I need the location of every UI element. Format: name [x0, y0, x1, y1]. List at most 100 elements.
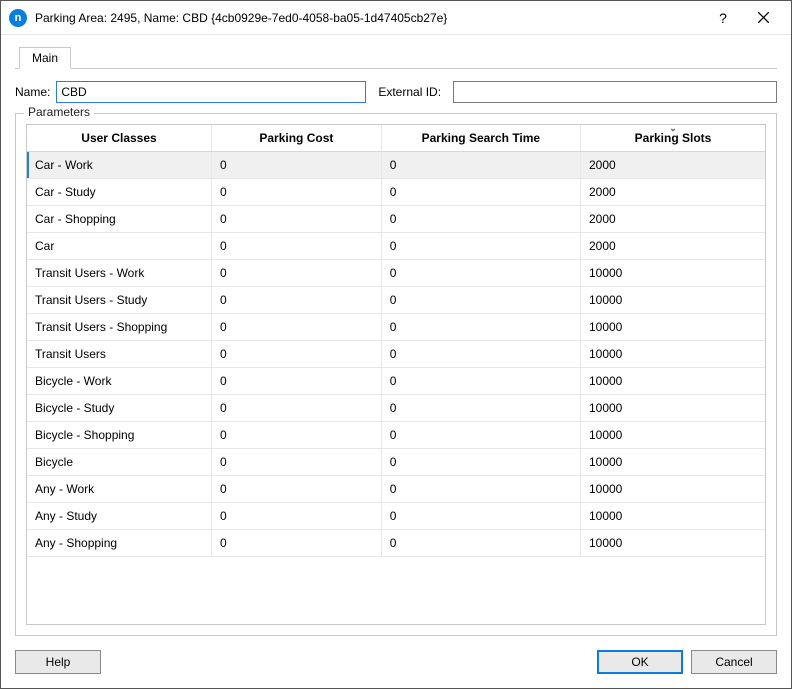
- cell-slots[interactable]: 2000: [580, 179, 765, 206]
- cell-search-time[interactable]: 0: [381, 395, 580, 422]
- cell-search-time[interactable]: 0: [381, 179, 580, 206]
- cell-user-class[interactable]: Transit Users - Work: [27, 260, 212, 287]
- cell-cost[interactable]: 0: [212, 341, 382, 368]
- cell-search-time[interactable]: 0: [381, 449, 580, 476]
- cell-cost[interactable]: 0: [212, 314, 382, 341]
- table-row[interactable]: Car002000: [27, 233, 765, 260]
- name-label: Name:: [15, 85, 50, 99]
- titlebar-close-button[interactable]: [743, 2, 783, 34]
- table-row[interactable]: Transit Users - Shopping0010000: [27, 314, 765, 341]
- cell-search-time[interactable]: 0: [381, 476, 580, 503]
- parameters-legend: Parameters: [24, 105, 94, 119]
- cell-cost[interactable]: 0: [212, 206, 382, 233]
- dialog-footer: Help OK Cancel: [1, 636, 791, 688]
- table-row[interactable]: Any - Work0010000: [27, 476, 765, 503]
- table-row[interactable]: Car - Work002000: [27, 152, 765, 179]
- cell-slots[interactable]: 2000: [580, 206, 765, 233]
- cell-slots[interactable]: 10000: [580, 422, 765, 449]
- help-button[interactable]: Help: [15, 650, 101, 674]
- cell-cost[interactable]: 0: [212, 449, 382, 476]
- cell-search-time[interactable]: 0: [381, 287, 580, 314]
- cell-user-class[interactable]: Car - Study: [27, 179, 212, 206]
- cell-search-time[interactable]: 0: [381, 341, 580, 368]
- cell-search-time[interactable]: 0: [381, 530, 580, 557]
- cell-user-class[interactable]: Transit Users - Shopping: [27, 314, 212, 341]
- cell-search-time[interactable]: 0: [381, 422, 580, 449]
- cell-cost[interactable]: 0: [212, 233, 382, 260]
- cell-user-class[interactable]: Car - Work: [27, 152, 212, 179]
- cell-slots[interactable]: 10000: [580, 287, 765, 314]
- table-row[interactable]: Transit Users0010000: [27, 341, 765, 368]
- table-row[interactable]: Car - Study002000: [27, 179, 765, 206]
- cell-slots[interactable]: 10000: [580, 395, 765, 422]
- cell-user-class[interactable]: Bicycle - Work: [27, 368, 212, 395]
- cell-search-time[interactable]: 0: [381, 152, 580, 179]
- parameters-table[interactable]: User Classes Parking Cost Parking Search…: [27, 125, 765, 557]
- cell-user-class[interactable]: Any - Study: [27, 503, 212, 530]
- cell-user-class[interactable]: Transit Users - Study: [27, 287, 212, 314]
- cell-user-class[interactable]: Bicycle: [27, 449, 212, 476]
- cell-user-class[interactable]: Transit Users: [27, 341, 212, 368]
- cell-cost[interactable]: 0: [212, 395, 382, 422]
- cell-slots[interactable]: 10000: [580, 476, 765, 503]
- cell-slots[interactable]: 10000: [580, 530, 765, 557]
- tabstrip: Main: [15, 45, 777, 69]
- cell-cost[interactable]: 0: [212, 260, 382, 287]
- cell-slots[interactable]: 10000: [580, 449, 765, 476]
- titlebar: n Parking Area: 2495, Name: CBD {4cb0929…: [1, 1, 791, 35]
- cell-cost[interactable]: 0: [212, 179, 382, 206]
- cell-search-time[interactable]: 0: [381, 260, 580, 287]
- cell-slots[interactable]: 10000: [580, 368, 765, 395]
- cell-slots[interactable]: 10000: [580, 260, 765, 287]
- cell-user-class[interactable]: Any - Shopping: [27, 530, 212, 557]
- cell-slots[interactable]: 10000: [580, 503, 765, 530]
- cell-slots[interactable]: 10000: [580, 341, 765, 368]
- table-row[interactable]: Car - Shopping002000: [27, 206, 765, 233]
- col-parking-search-time[interactable]: Parking Search Time: [381, 125, 580, 152]
- cell-search-time[interactable]: 0: [381, 503, 580, 530]
- ok-button[interactable]: OK: [597, 650, 683, 674]
- cell-user-class[interactable]: Bicycle - Study: [27, 395, 212, 422]
- cell-search-time[interactable]: 0: [381, 314, 580, 341]
- cell-user-class[interactable]: Car - Shopping: [27, 206, 212, 233]
- cell-cost[interactable]: 0: [212, 152, 382, 179]
- name-input[interactable]: [56, 81, 366, 103]
- dialog-content: Main Name: External ID: Parameters User …: [1, 35, 791, 636]
- cell-search-time[interactable]: 0: [381, 206, 580, 233]
- cancel-button[interactable]: Cancel: [691, 650, 777, 674]
- titlebar-help-button[interactable]: ?: [703, 2, 743, 34]
- table-row[interactable]: Bicycle - Work0010000: [27, 368, 765, 395]
- cell-cost[interactable]: 0: [212, 476, 382, 503]
- table-row[interactable]: Any - Shopping0010000: [27, 530, 765, 557]
- close-icon: [758, 12, 769, 23]
- tab-main[interactable]: Main: [19, 47, 71, 69]
- cell-user-class[interactable]: Car: [27, 233, 212, 260]
- table-row[interactable]: Bicycle0010000: [27, 449, 765, 476]
- cell-slots[interactable]: 2000: [580, 233, 765, 260]
- cell-search-time[interactable]: 0: [381, 368, 580, 395]
- cell-user-class[interactable]: Any - Work: [27, 476, 212, 503]
- cell-cost[interactable]: 0: [212, 530, 382, 557]
- table-row[interactable]: Bicycle - Shopping0010000: [27, 422, 765, 449]
- table-header-row: User Classes Parking Cost Parking Search…: [27, 125, 765, 152]
- window-title: Parking Area: 2495, Name: CBD {4cb0929e-…: [35, 11, 447, 25]
- col-user-classes[interactable]: User Classes: [27, 125, 212, 152]
- cell-search-time[interactable]: 0: [381, 233, 580, 260]
- table-row[interactable]: Transit Users - Study0010000: [27, 287, 765, 314]
- table-row[interactable]: Bicycle - Study0010000: [27, 395, 765, 422]
- cell-slots[interactable]: 10000: [580, 314, 765, 341]
- external-id-label: External ID:: [378, 85, 441, 99]
- col-parking-cost[interactable]: Parking Cost: [212, 125, 382, 152]
- col-parking-slots[interactable]: ⌄Parking Slots: [580, 125, 765, 152]
- cell-cost[interactable]: 0: [212, 287, 382, 314]
- form-row: Name: External ID:: [15, 81, 777, 103]
- cell-cost[interactable]: 0: [212, 368, 382, 395]
- table-row[interactable]: Any - Study0010000: [27, 503, 765, 530]
- cell-cost[interactable]: 0: [212, 422, 382, 449]
- chevron-down-icon: ⌄: [669, 124, 677, 134]
- cell-user-class[interactable]: Bicycle - Shopping: [27, 422, 212, 449]
- cell-slots[interactable]: 2000: [580, 152, 765, 179]
- cell-cost[interactable]: 0: [212, 503, 382, 530]
- external-id-input[interactable]: [453, 81, 777, 103]
- table-row[interactable]: Transit Users - Work0010000: [27, 260, 765, 287]
